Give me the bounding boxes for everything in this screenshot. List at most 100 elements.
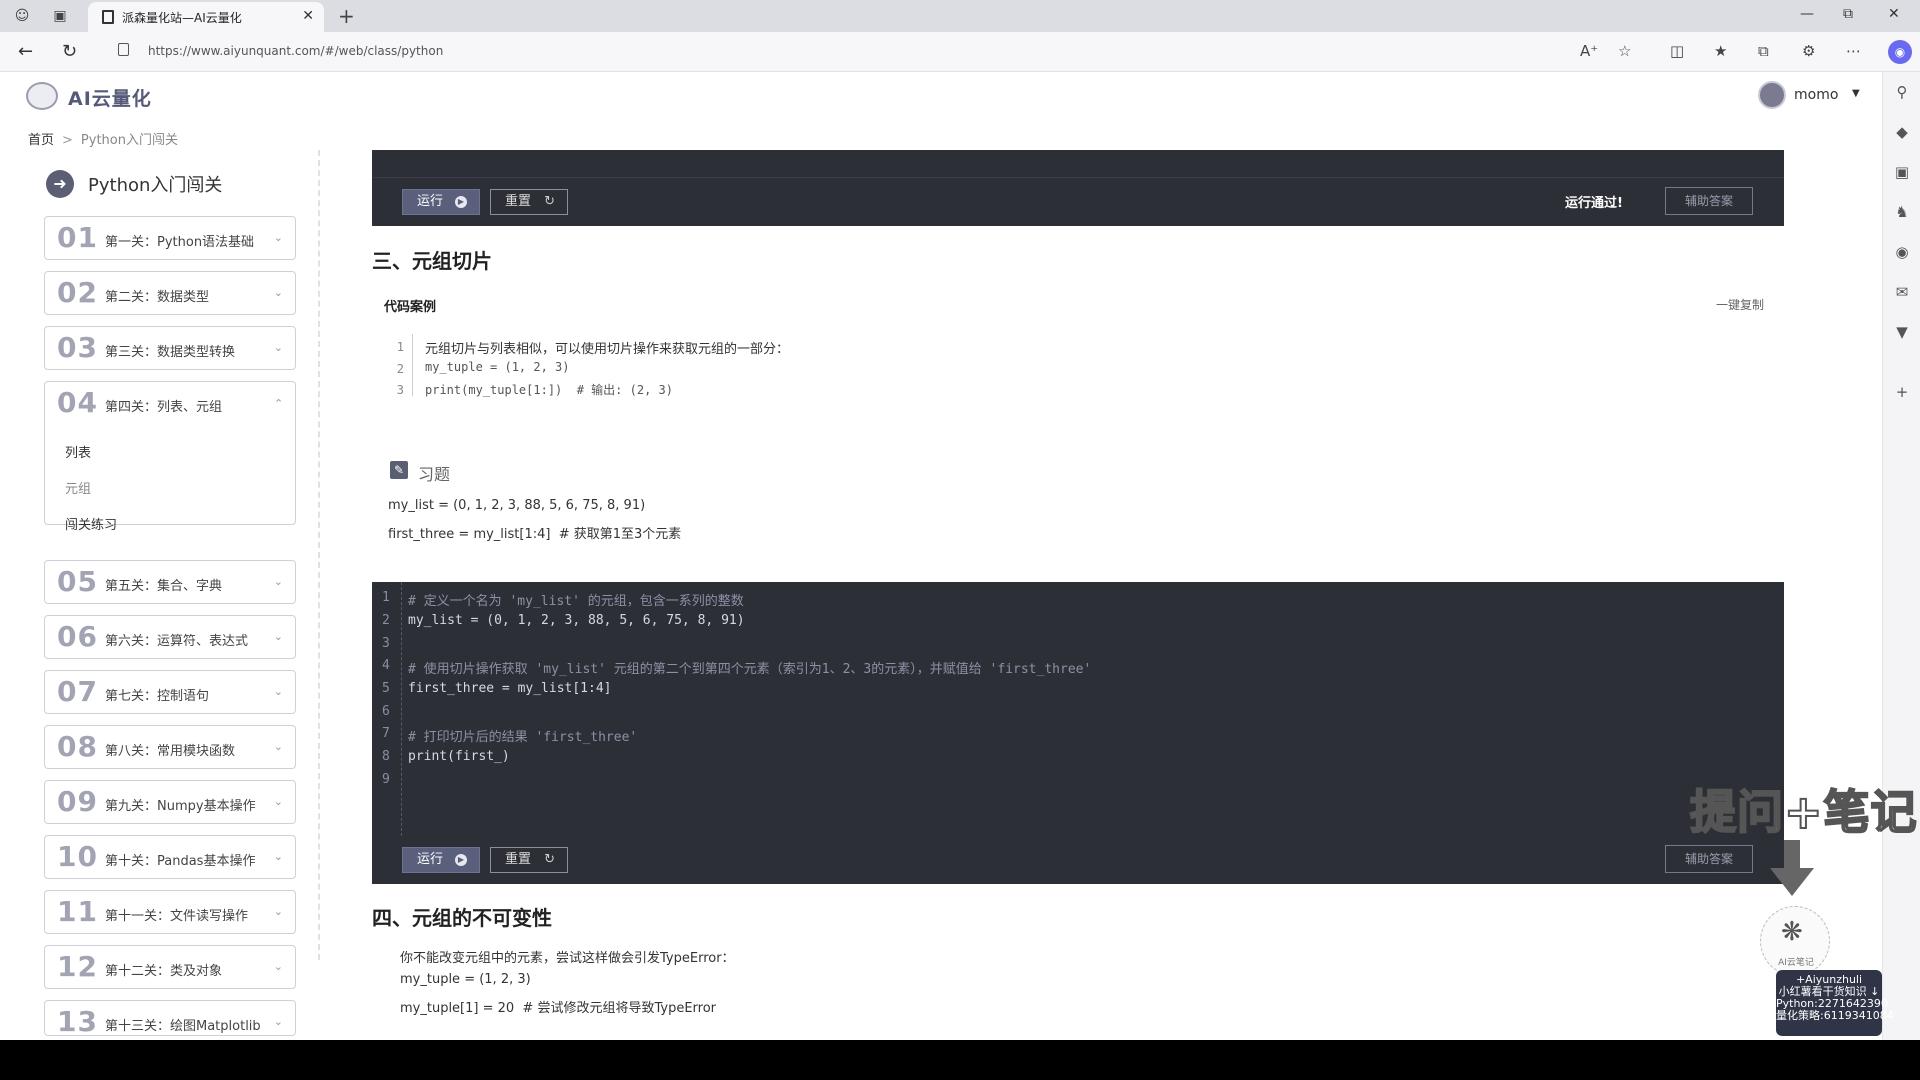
- copilot-icon[interactable]: ◉: [1888, 40, 1912, 64]
- lesson-label: 第十三关：绘图Matplotlib: [105, 1019, 261, 1034]
- site-logo-text[interactable]: AI云量化: [68, 84, 152, 111]
- previous-editor: 运行 ▶ 重置 ↻ 运行通过! 辅助答案: [372, 150, 1784, 226]
- circle-app-icon[interactable]: ◉: [1892, 242, 1912, 262]
- editor-line[interactable]: # 打印切片后的结果 'first_three': [408, 726, 637, 745]
- split-screen-icon[interactable]: ◫: [1670, 42, 1684, 60]
- url-field[interactable]: https://www.aiyunquant.com/#/web/class/p…: [148, 44, 443, 58]
- previous-editor-code-tail[interactable]: [372, 150, 1784, 178]
- restore-icon[interactable]: ⧉: [1843, 6, 1853, 22]
- sub-item-practice[interactable]: 闯关练习: [65, 514, 117, 533]
- exercise-title: 习题: [418, 465, 451, 484]
- help-answer-button[interactable]: 辅助答案: [1665, 845, 1753, 873]
- lesson-04[interactable]: 04 第四关：列表、元组 ⌄ 列表 元组 闯关练习: [44, 381, 296, 533]
- chevron-up-icon[interactable]: ⌄: [274, 396, 283, 409]
- sub-item-list[interactable]: 列表: [65, 442, 91, 461]
- avatar[interactable]: [1758, 81, 1786, 109]
- reload-icon[interactable]: ↻: [62, 41, 77, 62]
- lesson-11[interactable]: 11 第十一关：文件读写操作 ⌄: [44, 890, 296, 934]
- lesson-08[interactable]: 08 第八关：常用模块函数 ⌄: [44, 725, 296, 769]
- line-number: 2: [382, 613, 390, 628]
- lesson-05[interactable]: 05 第五关：集合、字典 ⌄: [44, 560, 296, 604]
- run-button[interactable]: 运行 ▶: [402, 189, 480, 215]
- play-circle-icon: ▶: [455, 196, 467, 208]
- page-favicon-icon: [102, 10, 114, 24]
- favorites-icon[interactable]: ★: [1714, 42, 1727, 60]
- lesson-number: 09: [57, 785, 98, 818]
- search-icon[interactable]: ⚲: [1892, 82, 1912, 102]
- lesson-label: 第九关：Numpy基本操作: [105, 799, 256, 814]
- reset-button[interactable]: 重置 ↻: [490, 189, 568, 215]
- ask-notes-overlay[interactable]: 提问+笔记: [1689, 776, 1918, 842]
- chevron-down-icon: ⌄: [273, 1015, 283, 1028]
- chevron-down-icon: ⌄: [273, 685, 283, 698]
- favorite-star-icon[interactable]: ☆: [1618, 42, 1631, 60]
- extensions-icon[interactable]: ⚙: [1802, 42, 1815, 60]
- section-heading: 三、元组切片: [372, 249, 492, 273]
- lock-icon[interactable]: [118, 43, 129, 56]
- lesson-01[interactable]: 01 第一关：Python语法基础 ⌄: [44, 216, 296, 260]
- chevron-down-icon: ⌄: [273, 740, 283, 753]
- lesson-02[interactable]: 02 第二关：数据类型 ⌄: [44, 271, 296, 315]
- lesson-label: 第十一关：文件读写操作: [105, 909, 249, 924]
- ai-logo-icon: ❋: [1781, 917, 1803, 947]
- editor-line[interactable]: my_list = (0, 1, 2, 3, 88, 5, 6, 75, 8, …: [408, 613, 745, 628]
- help-answer-button[interactable]: 辅助答案: [1665, 187, 1753, 215]
- paragraph-line: 你不能改变元组中的元素，尝试这样做会引发TypeError：: [400, 951, 735, 966]
- lesson-number: 01: [57, 221, 98, 254]
- line-number: 4: [382, 658, 390, 673]
- profile-icon[interactable]: ☺: [12, 7, 32, 25]
- lesson-number: 02: [57, 276, 98, 309]
- lesson-number: 07: [57, 675, 98, 708]
- more-menu-icon[interactable]: ⋯: [1846, 42, 1861, 60]
- site-logo-icon[interactable]: [26, 82, 58, 110]
- exercise-line: my_list = (0, 1, 2, 3, 88, 5, 6, 75, 8, …: [388, 498, 646, 513]
- browser-side-panel: ⚲ ◆ ▣ ♞ ◉ ✉ ▼ +: [1882, 72, 1920, 1040]
- workspaces-icon[interactable]: ▣: [50, 7, 70, 25]
- chevron-down-icon[interactable]: ▼: [1852, 88, 1860, 99]
- lesson-number: 03: [57, 331, 98, 364]
- chess-icon[interactable]: ♞: [1892, 202, 1912, 222]
- breadcrumb-home[interactable]: 首页: [28, 133, 54, 148]
- ai-notes-button[interactable]: ❋ AI云笔记: [1760, 906, 1830, 976]
- editor-line[interactable]: first_three = my_list[1:4]: [408, 681, 612, 696]
- new-tab-icon[interactable]: +: [338, 4, 355, 28]
- lesson-label: 第五关：集合、字典: [105, 579, 223, 594]
- collections-icon[interactable]: ⧉: [1758, 42, 1769, 60]
- window-close-icon[interactable]: ✕: [1888, 6, 1900, 22]
- line-number: 8: [382, 749, 390, 764]
- paragraph-line: my_tuple[1] = 20 # 尝试修改元组将导致TypeError: [400, 1001, 717, 1016]
- editor-line[interactable]: # 定义一个名为 'my_list' 的元组，包含一系列的整数: [408, 590, 744, 609]
- reset-button[interactable]: 重置 ↻: [490, 847, 568, 873]
- editor-line[interactable]: print(first_): [408, 749, 510, 764]
- run-button[interactable]: 运行 ▶: [402, 847, 480, 873]
- lesson-09[interactable]: 09 第九关：Numpy基本操作 ⌄: [44, 780, 296, 824]
- tab-close-icon[interactable]: ✕: [302, 8, 314, 24]
- code-line: print(my_tuple[1:]) # 输出: (2, 3): [425, 383, 673, 397]
- minimize-icon[interactable]: —: [1800, 6, 1814, 22]
- sub-item-tuple[interactable]: 元组: [65, 478, 91, 497]
- lesson-label: 第二关：数据类型: [105, 290, 210, 305]
- code-editor[interactable]: 1 # 定义一个名为 'my_list' 的元组，包含一系列的整数 2 my_l…: [372, 582, 1784, 884]
- lesson-07[interactable]: 07 第七关：控制语句 ⌄: [44, 670, 296, 714]
- lesson-10[interactable]: 10 第十关：Pandas基本操作 ⌄: [44, 835, 296, 879]
- breadcrumb: 首页 > Python入门闯关: [28, 129, 178, 148]
- copy-button[interactable]: 一键复制: [1716, 296, 1764, 313]
- back-icon[interactable]: ←: [18, 41, 33, 62]
- outlook-icon[interactable]: ✉: [1892, 282, 1912, 302]
- editor-line[interactable]: # 使用切片操作获取 'my_list' 元组的第二个到第四个元素（索引为1、2…: [408, 658, 1091, 677]
- arrow-down-icon: [1770, 840, 1814, 896]
- tag-icon[interactable]: ◆: [1892, 122, 1912, 142]
- lesson-03[interactable]: 03 第三关：数据类型转换 ⌄: [44, 326, 296, 370]
- browser-tab[interactable]: 派森量化站—AI云量化 ✕: [88, 2, 324, 32]
- lesson-06[interactable]: 06 第六关：运算符、表达式 ⌄: [44, 615, 296, 659]
- add-panel-icon[interactable]: +: [1892, 382, 1912, 402]
- briefcase-icon[interactable]: ▣: [1892, 162, 1912, 182]
- lesson-13[interactable]: 13 第十三关：绘图Matplotlib ⌄: [44, 1000, 296, 1036]
- chevron-down-icon: ⌄: [273, 905, 283, 918]
- line-number: 3: [396, 383, 404, 397]
- exercise-line: first_three = my_list[1:4] # 获取第1至3个元素: [388, 527, 682, 542]
- lesson-12[interactable]: 12 第十二关：类及对象 ⌄: [44, 945, 296, 989]
- user-name[interactable]: momo: [1794, 87, 1838, 103]
- game-icon[interactable]: ▼: [1892, 322, 1912, 342]
- read-aloud-icon[interactable]: A⁺: [1580, 42, 1598, 60]
